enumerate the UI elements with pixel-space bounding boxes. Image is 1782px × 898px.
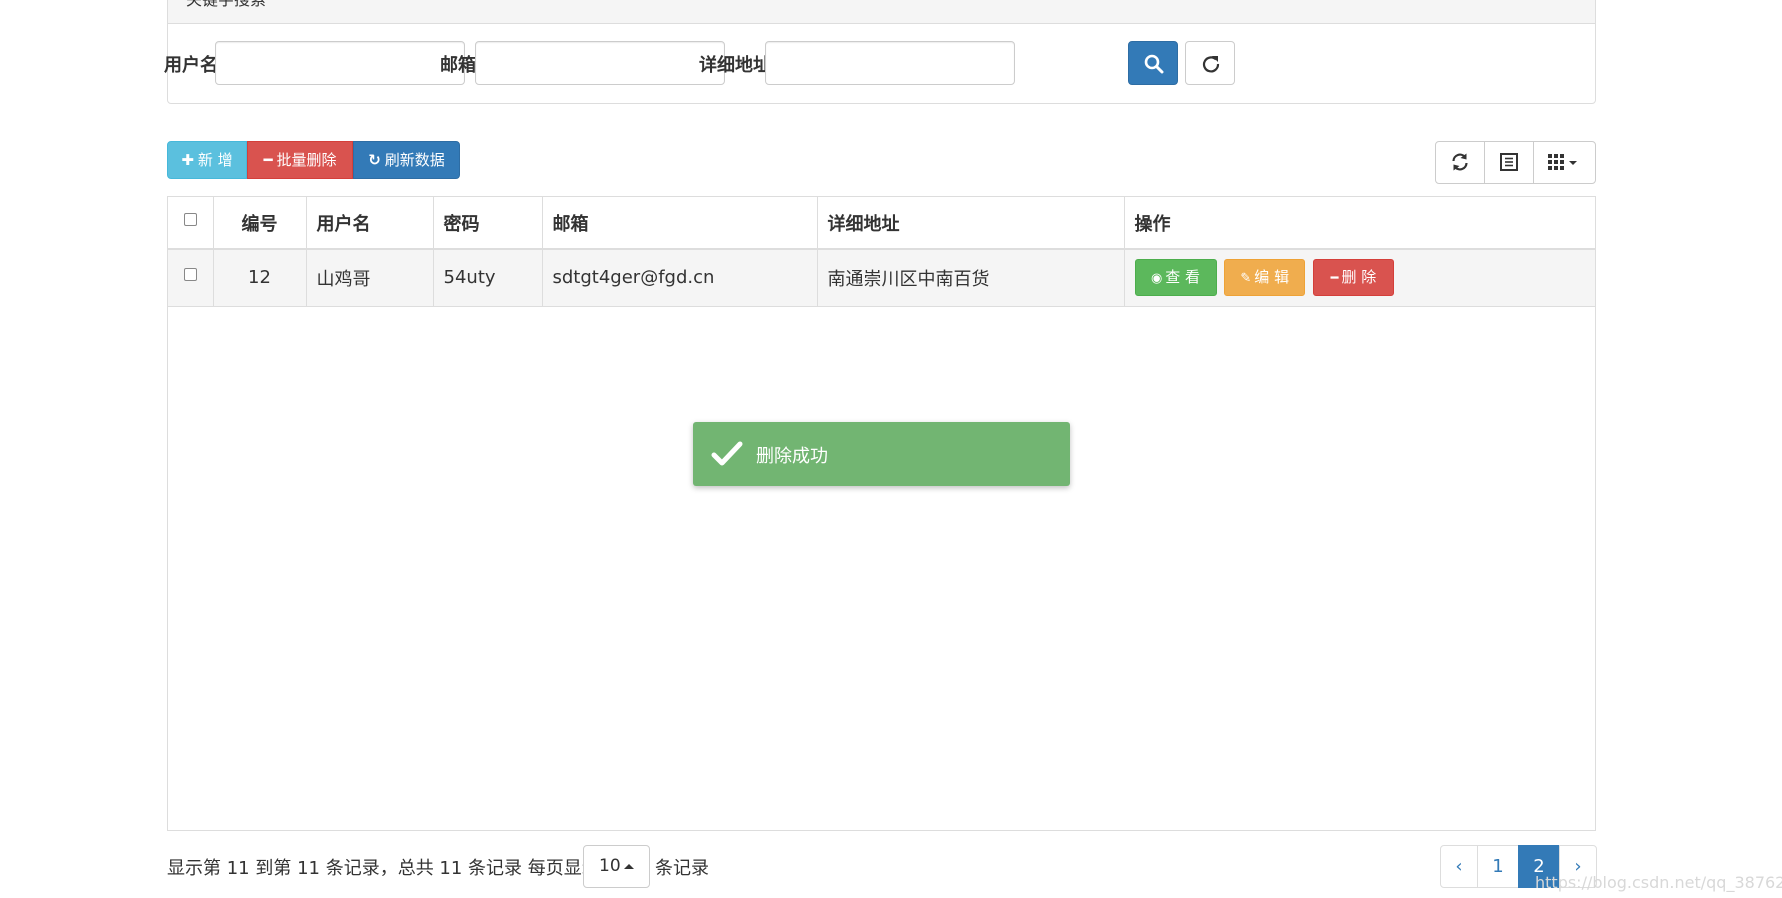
header-id[interactable]: 编号	[213, 197, 307, 250]
view-button[interactable]: ◉ 查 看	[1134, 259, 1217, 297]
select-all-cell	[168, 197, 214, 250]
header-password[interactable]: 密码	[433, 197, 543, 250]
eye-icon: ◉	[1150, 271, 1163, 287]
success-toast: 删除成功	[693, 422, 1070, 486]
email-label: 邮箱	[440, 55, 476, 76]
toggle-view-button[interactable]	[1485, 142, 1534, 183]
batch-delete-label: 批量删除	[276, 151, 337, 169]
pagination-info: 显示第 11 到第 11 条记录，总共 11 条记录 每页显示	[167, 858, 600, 879]
refresh-icon	[1452, 153, 1468, 171]
delete-button[interactable]: ━ 删 除	[1312, 259, 1394, 297]
columns-button[interactable]	[1534, 142, 1596, 183]
header-email[interactable]: 邮箱	[542, 197, 818, 250]
search-panel: 关键字搜索 用户名 邮箱 详细地址	[164, 0, 1596, 104]
cell-id: 12	[213, 249, 307, 306]
table-tools	[1435, 141, 1596, 184]
minus-icon: ━	[1330, 271, 1339, 287]
toast-message: 删除成功	[756, 446, 828, 467]
prev-page-button[interactable]: ‹	[1440, 845, 1478, 888]
page-size-select[interactable]: 10	[583, 845, 650, 888]
email-input[interactable]	[475, 41, 725, 85]
user-table: 编号 用户名 密码 邮箱 详细地址 操作 12 山鸡哥 54uty sdtgt4…	[167, 196, 1596, 831]
cell-address: 南通崇川区中南百货	[817, 249, 1125, 306]
cell-actions: ◉ 查 看 ✎ 编 辑 ━ 删 除	[1124, 249, 1595, 306]
page-1-button[interactable]: 1	[1477, 845, 1519, 888]
search-form: 用户名 邮箱 详细地址	[164, 41, 1595, 85]
page-size-suffix: 条记录	[655, 858, 709, 879]
columns-icon	[1548, 154, 1577, 170]
header-address[interactable]: 详细地址	[817, 197, 1125, 250]
reset-button[interactable]	[1185, 41, 1235, 85]
header-username[interactable]: 用户名	[306, 197, 434, 250]
table-header-row: 编号 用户名 密码 邮箱 详细地址 操作	[168, 197, 1595, 250]
search-panel-heading: 关键字搜索	[168, 0, 1595, 24]
username-input[interactable]	[215, 41, 465, 85]
cell-password: 54uty	[433, 249, 543, 306]
toggle-view-icon	[1500, 153, 1518, 171]
caret-up-icon	[624, 864, 634, 869]
row-checkbox[interactable]	[183, 267, 197, 281]
add-button-label: 新 增	[197, 151, 233, 169]
view-label: 查 看	[1165, 268, 1201, 287]
watermark: https://blog.csdn.net/qq_38762237	[1535, 873, 1782, 892]
search-icon	[1144, 54, 1164, 74]
header-actions: 操作	[1124, 197, 1595, 250]
table-row: 12 山鸡哥 54uty sdtgt4ger@fgd.cn 南通崇川区中南百货 …	[168, 249, 1595, 306]
cell-username: 山鸡哥	[306, 249, 434, 306]
plus-icon: ✚	[181, 151, 194, 169]
page-size-value: 10	[599, 856, 621, 876]
add-button[interactable]: ✚ 新 增	[167, 141, 247, 179]
refresh-data-button[interactable]: ↻ 刷新数据	[353, 141, 460, 179]
delete-label: 删 除	[1341, 268, 1377, 287]
search-button[interactable]	[1128, 41, 1178, 85]
edit-label: 编 辑	[1254, 268, 1290, 287]
batch-delete-button[interactable]: ━ 批量删除	[247, 141, 353, 179]
check-icon	[711, 441, 743, 466]
cell-email: sdtgt4ger@fgd.cn	[542, 249, 818, 306]
refresh-data-label: 刷新数据	[384, 151, 445, 169]
username-label: 用户名	[164, 55, 218, 76]
row-select-cell	[168, 249, 214, 306]
pencil-icon: ✎	[1240, 271, 1252, 287]
address-input[interactable]	[765, 41, 1015, 85]
edit-button[interactable]: ✎ 编 辑	[1224, 259, 1306, 297]
table-refresh-button[interactable]	[1436, 142, 1485, 183]
select-all-checkbox[interactable]	[183, 212, 197, 226]
refresh-icon: ↻	[368, 151, 381, 169]
address-label: 详细地址	[699, 55, 771, 76]
reset-icon	[1202, 56, 1220, 73]
minus-icon: ━	[263, 151, 273, 169]
